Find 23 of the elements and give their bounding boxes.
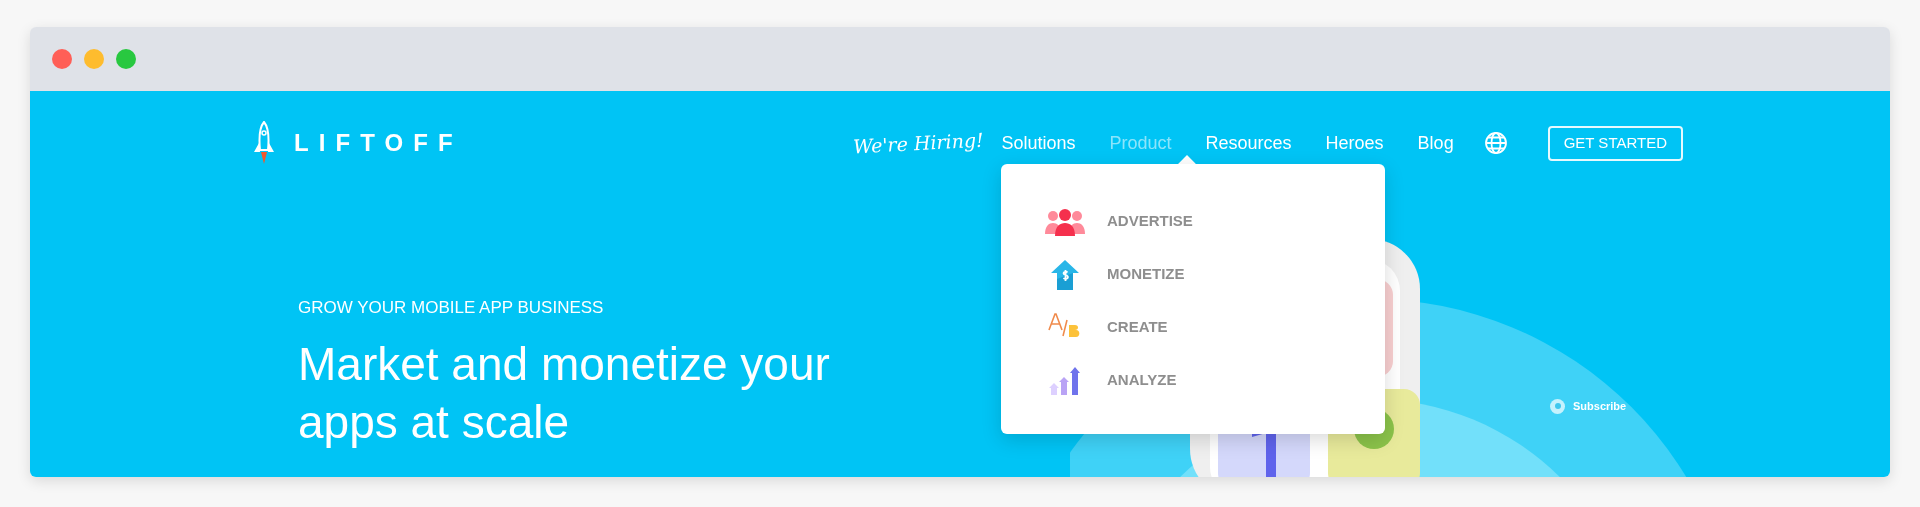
nav-link[interactable]: Product — [1109, 129, 1172, 157]
nav-link[interactable]: Solutions — [1001, 129, 1076, 157]
house-dollar-icon — [1049, 258, 1081, 291]
hero-headline: Market and monetize your apps at scale — [298, 336, 831, 450]
dropdown-item[interactable]: CREATE — [1107, 316, 1168, 339]
nav-link[interactable]: Resources — [1205, 129, 1292, 157]
window-control[interactable] — [116, 49, 136, 69]
dropdown-item[interactable]: ANALYZE — [1107, 369, 1177, 392]
subscribe-link[interactable]: Subscribe — [1573, 398, 1627, 415]
window-control[interactable] — [52, 49, 72, 69]
nav-link[interactable]: Heroes — [1325, 129, 1384, 157]
hero-eyebrow: GROW YOUR MOBILE APP BUSINESS — [298, 297, 604, 319]
hiring-link[interactable]: We're Hiring! — [852, 125, 985, 161]
dropdown-item[interactable]: MONETIZE — [1107, 263, 1185, 286]
get-started-button[interactable]: GET STARTED — [1547, 125, 1683, 161]
people-icon — [1044, 207, 1086, 236]
dropdown-item[interactable]: ADVERTISE — [1107, 210, 1193, 233]
logo-wordmark[interactable]: LIFTOFF — [294, 125, 463, 161]
rocket-icon — [252, 121, 276, 165]
bar-chart-icon — [1048, 365, 1082, 396]
nav-link[interactable]: Blog — [1417, 129, 1454, 157]
window-control[interactable] — [84, 49, 104, 69]
globe-icon[interactable] — [1483, 131, 1508, 155]
